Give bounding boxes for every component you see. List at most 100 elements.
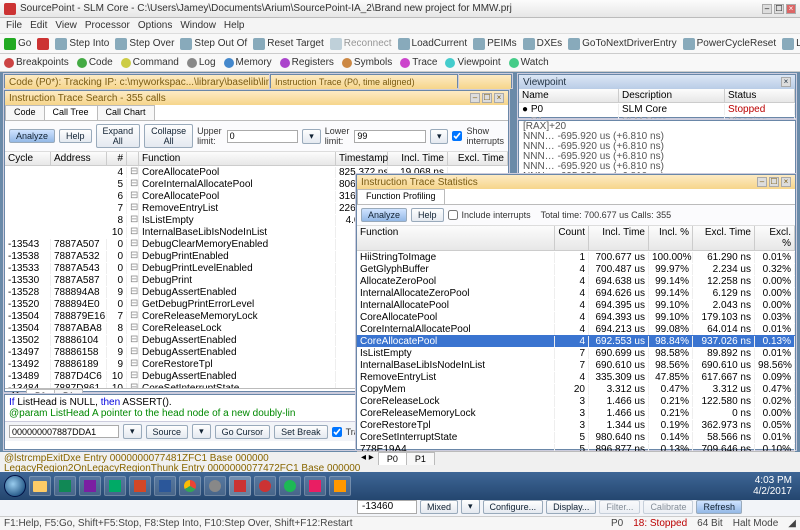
minimize-button[interactable]: – <box>762 4 772 14</box>
tab-callchart[interactable]: Call Chart <box>97 105 155 120</box>
addr-input[interactable] <box>9 425 119 438</box>
tab-code[interactable]: Code <box>5 105 45 120</box>
stats-row[interactable]: CoreSetInterruptState5980.640 ns0.14%58.… <box>357 431 795 443</box>
menu-processor[interactable]: Processor <box>85 20 130 31</box>
stats-analyze-button[interactable]: Analyze <box>361 208 407 222</box>
tab-func-profiling[interactable]: Function Profiling <box>357 189 445 204</box>
view-breakpoints[interactable]: Breakpoints <box>4 57 69 68</box>
view-watch[interactable]: Watch <box>509 57 549 68</box>
viewpoint-title[interactable]: Viewpoint × <box>519 75 795 89</box>
addr-drop[interactable]: ▾ <box>123 424 142 439</box>
stats-row[interactable]: GetGlyphBuffer4700.487 us99.97%2.234 us0… <box>357 263 795 275</box>
view-trace[interactable]: Trace <box>400 57 437 68</box>
upper-input[interactable] <box>227 130 299 143</box>
st-max-icon[interactable]: ☐ <box>769 177 779 187</box>
st-close-icon[interactable]: × <box>781 177 791 187</box>
stats-row[interactable]: InternalBaseLibIsNodeInList7690.610 us98… <box>357 359 795 371</box>
gocursor-button[interactable]: Go Cursor <box>215 425 271 439</box>
system-tray[interactable]: 4:03 PM 4/2/2017 <box>753 475 796 497</box>
trace-search-title[interactable]: Instruction Trace Search - 355 calls –☐× <box>5 91 508 105</box>
task-onenote[interactable] <box>79 476 101 496</box>
tb-pcr[interactable]: PowerCycleReset <box>683 38 776 50</box>
menu-file[interactable]: File <box>6 20 22 31</box>
menu-view[interactable]: View <box>55 20 77 31</box>
start-button[interactable] <box>4 475 26 497</box>
stats-row[interactable]: 778E19A45896.877 ns0.13%709.646 ns0.10% <box>357 443 795 451</box>
view-memory[interactable]: Memory <box>224 57 272 68</box>
task-word[interactable] <box>154 476 176 496</box>
trackip-checkbox[interactable] <box>332 427 342 437</box>
ts-close-icon[interactable]: × <box>494 93 504 103</box>
source-button[interactable]: Source <box>146 425 189 439</box>
stats-row[interactable]: AllocateZeroPool4694.638 us99.14%12.258 … <box>357 275 795 287</box>
task-app2[interactable] <box>254 476 276 496</box>
lower-input[interactable] <box>354 130 426 143</box>
maximize-button[interactable]: ☐ <box>774 4 784 14</box>
task-outlook[interactable] <box>104 476 126 496</box>
tb-loadcurrent[interactable]: LoadCurrent <box>398 38 468 50</box>
configure-button[interactable]: Configure... <box>483 500 544 514</box>
ts-max-icon[interactable]: ☐ <box>482 93 492 103</box>
stats-tab-p1[interactable]: P1 <box>406 452 435 465</box>
tb-stepout[interactable]: Step Out Of <box>180 38 247 50</box>
lower-spin[interactable]: ▾ <box>430 129 449 144</box>
source-drop[interactable]: ▾ <box>192 424 211 439</box>
stats-row[interactable]: HiiStringToImage1700.677 us100.00%61.290… <box>357 251 795 263</box>
view-code[interactable]: Code <box>77 57 113 68</box>
analyze-button[interactable]: Analyze <box>9 129 55 143</box>
stats-row[interactable]: InternalAllocatePool4694.395 us99.10%2.0… <box>357 299 795 311</box>
tb-dxes[interactable]: DXEs <box>523 38 563 50</box>
stats-row[interactable]: InternalAllocateZeroPool4694.626 us99.14… <box>357 287 795 299</box>
tb-peims[interactable]: PEIMs <box>473 38 516 50</box>
stats-row[interactable]: IsListEmpty7690.699 us98.58%89.892 ns0.0… <box>357 347 795 359</box>
tb-stepover[interactable]: Step Over <box>115 38 174 50</box>
menu-window[interactable]: Window <box>180 20 216 31</box>
view-log[interactable]: Log <box>187 57 216 68</box>
view-command[interactable]: Command <box>121 57 179 68</box>
vp-close-icon[interactable]: × <box>781 77 791 87</box>
stats-row[interactable]: CoreInternalAllocatePool4694.213 us99.08… <box>357 323 795 335</box>
close-button[interactable]: × <box>786 4 796 14</box>
tb-gonext[interactable]: GoToNextDriverEntry <box>568 38 676 50</box>
viewpoint-row[interactable]: ● P0SLM CoreStopped <box>519 103 795 115</box>
setbreak-button[interactable]: Set Break <box>274 425 328 439</box>
mixed-button[interactable]: Mixed <box>420 500 458 514</box>
view-viewpoint[interactable]: Viewpoint <box>445 57 500 68</box>
stats-tab-p0[interactable]: P0 <box>378 452 407 465</box>
filter-button[interactable]: Filter... <box>599 500 640 514</box>
stats-row[interactable]: RemoveEntryList4335.309 us47.85%617.667 … <box>357 371 795 383</box>
calibrate-button[interactable]: Calibrate <box>643 500 693 514</box>
show-interrupts-checkbox[interactable] <box>452 131 462 141</box>
stats-row[interactable]: CoreReleaseMemoryLock31.466 us0.21%0 ns0… <box>357 407 795 419</box>
stats-help-button[interactable]: Help <box>411 208 444 222</box>
display-button[interactable]: Display... <box>546 500 596 514</box>
stats-row[interactable]: CoreAllocatePool4692.553 us98.84%937.026… <box>357 335 795 347</box>
view-symbols[interactable]: Symbols <box>342 57 392 68</box>
upper-spin[interactable]: ▾ <box>302 129 321 144</box>
stats-row[interactable]: CoreRestoreTpl31.344 us0.19%362.973 ns0.… <box>357 419 795 431</box>
view-registers[interactable]: Registers <box>280 57 334 68</box>
task-explorer[interactable] <box>29 476 51 496</box>
task-chrome[interactable] <box>179 476 201 496</box>
mixed-drop[interactable]: ▾ <box>461 499 480 514</box>
menu-help[interactable]: Help <box>224 20 245 31</box>
tb-stepinto[interactable]: Step Into <box>55 38 109 50</box>
ts-min-icon[interactable]: – <box>470 93 480 103</box>
resize-grip-icon[interactable]: ◢ <box>788 518 796 529</box>
task-excel[interactable] <box>54 476 76 496</box>
trace-stats-title[interactable]: Instruction Trace Statistics –☐× <box>357 175 795 189</box>
task-app3[interactable] <box>304 476 326 496</box>
stats-row[interactable]: CoreAllocatePool4694.393 us99.10%179.103… <box>357 311 795 323</box>
tb-go[interactable]: Go <box>4 38 31 50</box>
task-app1[interactable] <box>204 476 226 496</box>
stats-row[interactable]: CoreReleaseLock31.466 us0.21%122.580 ns0… <box>357 395 795 407</box>
task-spotify[interactable] <box>279 476 301 496</box>
tab-calltree[interactable]: Call Tree <box>44 105 98 120</box>
include-interrupts-checkbox[interactable] <box>448 210 458 220</box>
refresh2-button[interactable]: Refresh <box>696 500 742 514</box>
task-ppt[interactable] <box>129 476 151 496</box>
tb-loadss[interactable]: LoadStramSymbols <box>782 38 800 50</box>
tb-reconnect[interactable]: Reconnect <box>330 38 392 50</box>
menu-edit[interactable]: Edit <box>30 20 47 31</box>
help-button[interactable]: Help <box>59 129 92 143</box>
